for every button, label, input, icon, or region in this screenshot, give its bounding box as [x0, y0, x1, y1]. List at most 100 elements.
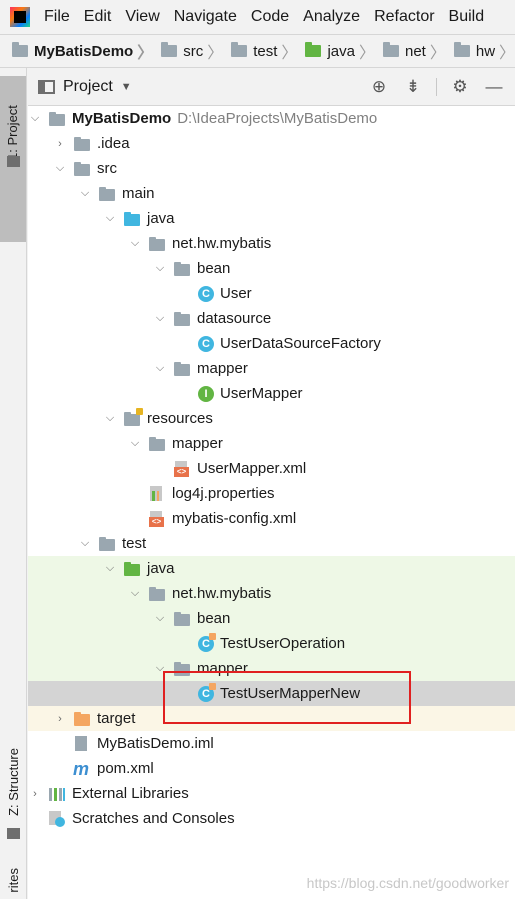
breadcrumb-item-test[interactable]: test 〉: [231, 39, 305, 63]
breadcrumb-item-project[interactable]: MyBatisDemo 〉: [12, 39, 161, 63]
project-tree: ⌵ MyBatisDemo D:\IdeaProjects\MyBatisDem…: [28, 106, 515, 899]
tree-node-mybatis-config[interactable]: mybatis-config.xml: [28, 506, 515, 531]
favorites-tool-button[interactable]: rites: [6, 868, 21, 893]
chevron-down-icon[interactable]: ⌵: [53, 162, 67, 176]
tree-node-external-libraries[interactable]: › External Libraries: [28, 781, 515, 806]
tree-node-root[interactable]: ⌵ MyBatisDemo D:\IdeaProjects\MyBatisDem…: [28, 106, 515, 131]
tree-node-user[interactable]: C User: [28, 281, 515, 306]
chevron-down-icon[interactable]: ⌵: [78, 537, 92, 551]
project-view-icon: [38, 79, 55, 94]
panel-title[interactable]: Project: [63, 78, 113, 96]
tree-node-pom[interactable]: m pom.xml: [28, 756, 515, 781]
libraries-icon: [48, 786, 66, 802]
menu-analyze[interactable]: Analyze: [303, 8, 360, 26]
structure-icon: [7, 828, 20, 839]
chevron-down-icon[interactable]: ⌵: [128, 437, 142, 451]
tree-node-test-user-mapper-new[interactable]: C TestUserMapperNew: [28, 681, 515, 706]
breadcrumb-item-src[interactable]: src 〉: [161, 39, 231, 63]
locate-target-icon[interactable]: ⊕: [368, 76, 390, 98]
test-source-folder-icon: [305, 42, 322, 57]
tree-node-iml[interactable]: MyBatisDemo.iml: [28, 731, 515, 756]
tree-node-test-mapper[interactable]: ⌵ mapper: [28, 656, 515, 681]
menu-navigate[interactable]: Navigate: [174, 8, 237, 26]
tree-node-main[interactable]: ⌵ main: [28, 181, 515, 206]
breadcrumb-item-hw[interactable]: hw 〉: [453, 39, 515, 63]
tree-node-label: TestUserMapperNew: [220, 685, 361, 702]
tree-node-resources[interactable]: ⌵ resources: [28, 406, 515, 431]
panel-toolbar: ⊕ ⇟ ⚙ —: [368, 68, 505, 106]
folder-icon: [73, 136, 91, 152]
xml-file-icon: [148, 510, 166, 527]
tree-node-test-user-operation[interactable]: C TestUserOperation: [28, 631, 515, 656]
maven-icon: m: [73, 758, 90, 779]
tree-node-user-mapper[interactable]: I UserMapper: [28, 381, 515, 406]
tree-node-idea[interactable]: › .idea: [28, 131, 515, 156]
tree-node-label: log4j.properties: [172, 485, 275, 502]
test-source-folder-icon: [123, 561, 141, 577]
left-tool-stripe: 1: Project Z: Structure rites: [0, 68, 27, 899]
chevron-right-icon[interactable]: ›: [53, 712, 67, 726]
menu-code[interactable]: Code: [251, 8, 289, 26]
breadcrumb-separator-icon: 〉: [137, 45, 154, 62]
chevron-down-icon[interactable]: ⌵: [128, 587, 142, 601]
minimize-icon[interactable]: —: [483, 76, 505, 98]
tree-node-datasource[interactable]: ⌵ datasource: [28, 306, 515, 331]
tree-node-target[interactable]: › target: [28, 706, 515, 731]
breadcrumb-item-net[interactable]: net 〉: [382, 39, 454, 63]
chevron-down-icon[interactable]: ⌵: [78, 187, 92, 201]
menu-edit[interactable]: Edit: [84, 8, 112, 26]
tree-node-test-bean[interactable]: ⌵ bean: [28, 606, 515, 631]
tree-node-label: resources: [147, 410, 213, 427]
test-class-icon: C: [198, 682, 216, 702]
chevron-down-icon[interactable]: ⌵: [128, 237, 142, 251]
tree-node-label: java: [147, 560, 175, 577]
properties-file-icon: [148, 485, 166, 502]
tree-node-bean[interactable]: ⌵ bean: [28, 256, 515, 281]
project-path: D:\IdeaProjects\MyBatisDemo: [177, 110, 378, 127]
menu-build[interactable]: Build: [449, 8, 485, 26]
gear-icon[interactable]: ⚙: [449, 76, 471, 98]
chevron-down-icon[interactable]: ⌵: [153, 262, 167, 276]
tree-node-src[interactable]: ⌵ src: [28, 156, 515, 181]
structure-tool-button[interactable]: Z: Structure: [6, 748, 21, 816]
tree-node-scratches[interactable]: Scratches and Consoles: [28, 806, 515, 831]
tree-node-test-package[interactable]: ⌵ net.hw.mybatis: [28, 581, 515, 606]
chevron-right-icon[interactable]: ›: [28, 787, 42, 801]
tree-node-mapper[interactable]: ⌵ mapper: [28, 356, 515, 381]
tree-node-user-mapper-xml[interactable]: UserMapper.xml: [28, 456, 515, 481]
chevron-down-icon[interactable]: ⌵: [153, 312, 167, 326]
breadcrumb-label: test: [253, 42, 278, 60]
chevron-down-icon[interactable]: ⌵: [153, 662, 167, 676]
chevron-down-icon[interactable]: ⌵: [103, 562, 117, 576]
chevron-down-icon[interactable]: ▼: [121, 81, 132, 93]
chevron-down-icon[interactable]: ⌵: [153, 362, 167, 376]
tree-node-label: bean: [197, 260, 231, 277]
chevron-right-icon[interactable]: ›: [53, 137, 67, 151]
tree-node-res-mapper[interactable]: ⌵ mapper: [28, 431, 515, 456]
package-icon: [173, 661, 191, 677]
tree-node-label: UserDataSourceFactory: [220, 335, 381, 352]
menu-file[interactable]: File: [44, 8, 70, 26]
breadcrumb-item-java[interactable]: java 〉: [305, 39, 383, 63]
project-tool-button[interactable]: 1: Project: [0, 76, 26, 242]
tree-node-main-java[interactable]: ⌵ java: [28, 206, 515, 231]
package-icon: [148, 236, 166, 252]
collapse-all-icon[interactable]: ⇟: [402, 76, 424, 98]
menu-refactor[interactable]: Refactor: [374, 8, 434, 26]
tree-node-main-package[interactable]: ⌵ net.hw.mybatis: [28, 231, 515, 256]
tree-node-test[interactable]: ⌵ test: [28, 531, 515, 556]
tree-node-label: External Libraries: [72, 785, 189, 802]
tree-node-label: net.hw.mybatis: [172, 585, 272, 602]
menu-view[interactable]: View: [125, 8, 159, 26]
breadcrumb-separator-icon: 〉: [207, 45, 224, 62]
tree-node-log4j[interactable]: log4j.properties: [28, 481, 515, 506]
tree-node-user-ds-factory[interactable]: C UserDataSourceFactory: [28, 331, 515, 356]
chevron-down-icon[interactable]: ⌵: [28, 112, 42, 126]
chevron-down-icon[interactable]: ⌵: [103, 212, 117, 226]
folder-icon: [7, 156, 20, 167]
tree-node-test-java[interactable]: ⌵ java: [28, 556, 515, 581]
chevron-down-icon[interactable]: ⌵: [153, 612, 167, 626]
breadcrumb-separator-icon: 〉: [429, 45, 446, 62]
package-icon: [173, 611, 191, 627]
chevron-down-icon[interactable]: ⌵: [103, 412, 117, 426]
